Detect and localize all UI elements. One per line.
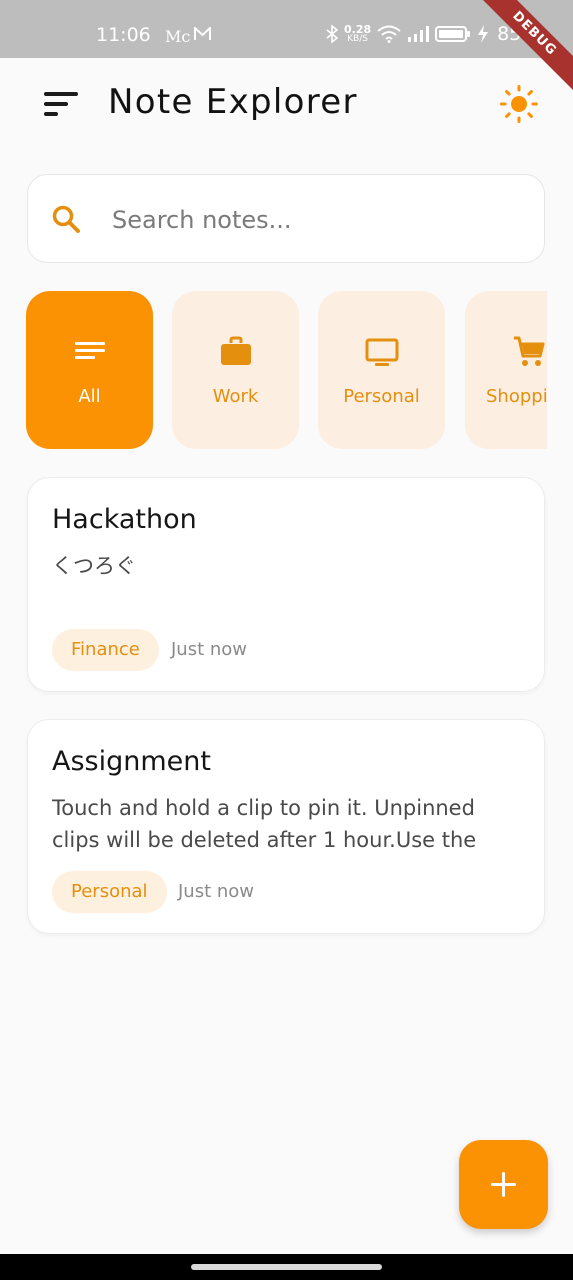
category-all[interactable]: All — [26, 291, 153, 449]
bluetooth-icon — [326, 25, 338, 43]
net-speed-unit: KB/S — [347, 34, 368, 44]
category-personal[interactable]: Personal — [318, 291, 445, 449]
note-title: Assignment — [52, 746, 211, 777]
signal-icon — [408, 26, 430, 42]
note-card[interactable]: Assignment Touch and hold a clip to pin … — [27, 719, 545, 934]
note-card[interactable]: Hackathon くつろぐ Finance Just now — [27, 477, 545, 692]
theme-toggle-sun-icon[interactable] — [500, 85, 538, 123]
status-bar: 11:06 Mc 0.28 KB/S DEBUG — [0, 0, 573, 103]
search-bar[interactable] — [27, 174, 545, 263]
list-icon — [75, 342, 105, 359]
net-speed: 0.28 KB/S — [344, 24, 371, 44]
page-title: Note Explorer — [108, 82, 358, 122]
carrier-label: Mc — [165, 27, 191, 46]
sort-menu-icon[interactable] — [44, 92, 78, 116]
note-category-tag: Personal — [52, 871, 167, 913]
status-time: 11:06 — [96, 24, 151, 46]
system-nav-bar — [0, 1254, 573, 1280]
briefcase-icon — [221, 336, 251, 365]
category-label: Shoppi — [486, 386, 547, 407]
category-label: All — [78, 386, 101, 407]
status-icons: 0.28 KB/S 85% — [326, 22, 539, 46]
note-timestamp: Just now — [171, 639, 248, 660]
note-title: Hackathon — [52, 504, 197, 535]
note-timestamp: Just now — [178, 881, 255, 902]
plus-icon — [491, 1172, 516, 1197]
category-label: Personal — [343, 386, 420, 407]
category-label: Work — [212, 386, 259, 407]
category-shopping[interactable]: Shoppi — [465, 291, 547, 449]
category-filter-row: All Work Personal Shoppi — [26, 291, 547, 450]
note-body: Touch and hold a clip to pin it. Unpinne… — [52, 796, 477, 852]
note-category-tag: Finance — [52, 629, 159, 671]
home-gesture-handle[interactable] — [191, 1264, 382, 1270]
add-note-button[interactable] — [459, 1140, 548, 1229]
charging-icon — [478, 25, 489, 43]
battery-icon — [435, 26, 471, 42]
cart-icon — [514, 336, 545, 366]
search-icon — [52, 205, 80, 233]
category-work[interactable]: Work — [172, 291, 299, 449]
monitor-icon — [365, 338, 399, 366]
note-body: くつろぐ — [52, 554, 136, 578]
mail-icon — [194, 27, 211, 40]
wifi-icon — [377, 25, 401, 43]
search-input[interactable] — [110, 203, 514, 237]
